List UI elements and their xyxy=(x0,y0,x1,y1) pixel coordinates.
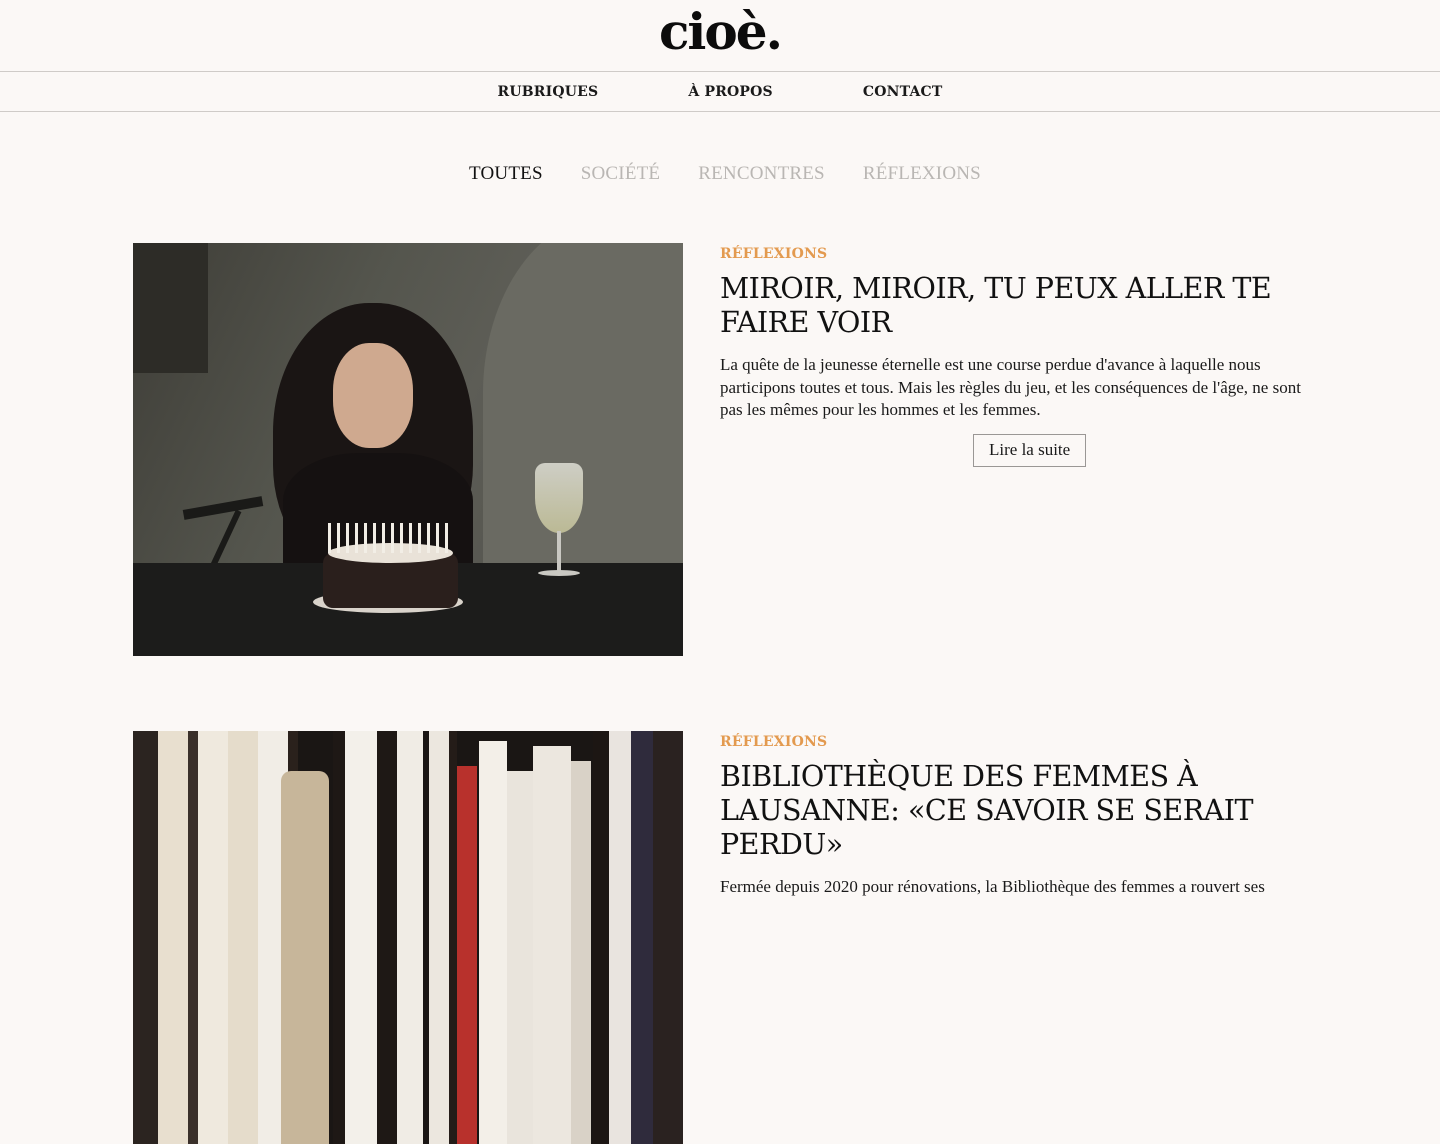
article-excerpt: La quête de la jeunesse éternelle est un… xyxy=(720,355,1301,419)
site-header: cioè. xyxy=(0,0,1440,72)
article-category[interactable]: RÉFLEXIONS xyxy=(720,246,1340,262)
read-more-button[interactable]: Lire la suite xyxy=(973,433,1087,467)
article-image-birthday[interactable] xyxy=(133,243,683,656)
article-category[interactable]: RÉFLEXIONS xyxy=(720,734,1340,750)
filter-toutes[interactable]: TOUTES xyxy=(469,163,543,185)
site-logo[interactable]: cioè. xyxy=(659,6,783,57)
article-title[interactable]: BIBLIOTHÈQUE DES FEMMES À LAUSANNE: «CE … xyxy=(720,760,1340,862)
nav-item-rubriques[interactable]: RUBRIQUES xyxy=(497,84,598,100)
article-card: RÉFLEXIONS MIROIR, MIROIR, TU PEUX ALLER… xyxy=(133,243,1343,656)
article-title[interactable]: MIROIR, MIROIR, TU PEUX ALLER TE FAIRE V… xyxy=(720,272,1340,340)
article-excerpt: Fermée depuis 2020 pour rénovations, la … xyxy=(720,877,1265,896)
category-filters: TOUTES SOCIÉTÉ RENCONTRES RÉFLEXIONS xyxy=(0,112,1440,235)
filter-reflexions[interactable]: RÉFLEXIONS xyxy=(863,163,981,185)
filter-societe[interactable]: SOCIÉTÉ xyxy=(581,163,661,185)
nav-item-contact[interactable]: CONTACT xyxy=(863,84,943,100)
nav-item-a-propos[interactable]: À PROPOS xyxy=(688,84,773,100)
filter-rencontres[interactable]: RENCONTRES xyxy=(698,163,825,185)
article-content: RÉFLEXIONS MIROIR, MIROIR, TU PEUX ALLER… xyxy=(720,243,1340,656)
article-card: RÉFLEXIONS BIBLIOTHÈQUE DES FEMMES À LAU… xyxy=(133,731,1343,1144)
article-content: RÉFLEXIONS BIBLIOTHÈQUE DES FEMMES À LAU… xyxy=(720,731,1340,1144)
main-nav: RUBRIQUES À PROPOS CONTACT xyxy=(0,72,1440,112)
article-image-bookshelf[interactable] xyxy=(133,731,683,1144)
